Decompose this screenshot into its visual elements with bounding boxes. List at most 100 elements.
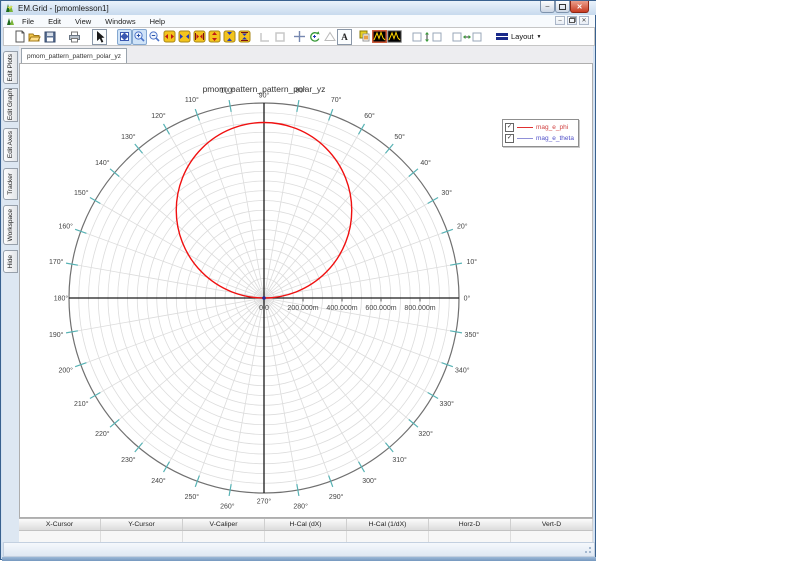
svg-text:280°: 280° [293, 502, 308, 510]
print-icon[interactable] [67, 29, 82, 45]
fit-vertical-icon[interactable] [237, 29, 252, 45]
corner-marker-left-icon[interactable] [257, 29, 272, 45]
svg-text:0.0: 0.0 [259, 305, 269, 312]
save-icon[interactable] [42, 29, 57, 45]
column-header-h-cal-1-dx-: H-Cal (1/dX) [347, 519, 429, 530]
menu-item-view[interactable]: View [68, 17, 98, 26]
svg-text:340°: 340° [455, 367, 470, 375]
zoom-out-icon[interactable] [147, 29, 162, 45]
value-cell [347, 531, 429, 542]
svg-text:320°: 320° [418, 430, 433, 438]
minimize-button[interactable]: – [540, 1, 555, 13]
column-header-vert-d: Vert-D [511, 519, 593, 530]
value-cell [429, 531, 511, 542]
legend-checkbox[interactable]: ✓ [505, 123, 514, 132]
sidebar-tab-edit-axes[interactable]: Edit Axes [3, 128, 18, 162]
menu-item-windows[interactable]: Windows [98, 17, 142, 26]
plot-panel: 0°10°20°30°40°50°60°70°80°90°100°110°120… [19, 63, 593, 518]
new-document-icon[interactable] [12, 29, 27, 45]
svg-text:210°: 210° [74, 400, 89, 408]
open-file-icon[interactable] [27, 29, 42, 45]
sync-horizontal-icon[interactable] [452, 29, 482, 45]
expand-vertical-icon[interactable] [207, 29, 222, 45]
fit-horizontal-icon[interactable] [192, 29, 207, 45]
crosshair-icon[interactable] [292, 29, 307, 45]
shrink-vertical-icon[interactable] [222, 29, 237, 45]
svg-text:110°: 110° [185, 96, 199, 104]
legend-label: mag_e_theta [536, 135, 574, 142]
zoom-extents-icon[interactable] [117, 29, 132, 45]
resize-grip-icon[interactable] [583, 545, 592, 554]
plot-thumbnail-active-icon[interactable] [372, 29, 387, 45]
status-bar [3, 542, 595, 557]
maximize-button[interactable] [555, 1, 570, 13]
svg-text:10°: 10° [466, 258, 477, 266]
svg-text:180°: 180° [54, 295, 69, 303]
column-header-v-caliper: V-Caliper [183, 519, 265, 530]
sidebar-tab-hide[interactable]: Hide [3, 250, 18, 273]
toolbar: A Layout ▼ [3, 27, 595, 46]
tab-pmom-pattern-pattern-polar-yz[interactable]: pmom_pattern_pattern_polar_yz [21, 48, 127, 63]
mdi-minimize-button[interactable]: – [555, 16, 565, 25]
sidebar-tab-label: Edit Plots [7, 54, 14, 81]
svg-text:30°: 30° [441, 189, 452, 197]
rotate-axes-icon[interactable] [307, 29, 322, 45]
mdi-restore-button[interactable] [567, 16, 577, 25]
svg-text:800.000m: 800.000m [404, 305, 435, 312]
sidebar-tab-workspace[interactable]: Workspace [3, 205, 18, 245]
legend: ✓ mag_e_phi ✓ mag_e_theta [502, 119, 579, 147]
svg-text:130°: 130° [121, 133, 136, 141]
svg-text:260°: 260° [220, 502, 235, 510]
svg-text:230°: 230° [121, 456, 136, 464]
menu-items: FileEditViewWindowsHelp [15, 17, 172, 26]
svg-text:400.000m: 400.000m [326, 305, 357, 312]
sync-vertical-icon[interactable] [412, 29, 442, 45]
layout-label: Layout [511, 32, 534, 41]
expand-horizontal-icon[interactable] [162, 29, 177, 45]
triangle-marker-icon[interactable] [322, 29, 337, 45]
svg-text:350°: 350° [465, 331, 480, 339]
restore-icon [569, 18, 575, 23]
value-cell [19, 531, 101, 542]
text-annotation-icon[interactable]: A [337, 29, 352, 45]
pointer-select-icon[interactable] [92, 29, 107, 45]
svg-text:300°: 300° [362, 477, 377, 485]
page: EM.Grid - [pmomlesson1] – ✕ FileEditView… [0, 0, 800, 561]
value-cell [511, 531, 593, 542]
svg-text:190°: 190° [49, 331, 64, 339]
sidebar-tab-tracker[interactable]: Tracker [3, 168, 18, 200]
layout-button[interactable]: Layout ▼ [496, 32, 541, 41]
app-logo-icon [5, 3, 15, 13]
legend-line-sample [517, 138, 533, 139]
mdi-close-button[interactable]: ✕ [579, 16, 589, 25]
menu-item-help[interactable]: Help [143, 17, 172, 26]
title-bar[interactable]: EM.Grid - [pmomlesson1] – ✕ [2, 1, 596, 15]
svg-text:200.000m: 200.000m [287, 305, 318, 312]
close-button[interactable]: ✕ [570, 1, 589, 13]
plot-title: pmom_pattern_pattern_polar_yz [20, 84, 508, 94]
svg-text:220°: 220° [95, 430, 110, 438]
svg-text:170°: 170° [49, 258, 64, 266]
column-header-horz-d: Horz-D [429, 519, 511, 530]
menu-item-file[interactable]: File [15, 17, 41, 26]
menu-item-edit[interactable]: Edit [41, 17, 68, 26]
sidebar-tab-edit-graph[interactable]: Edit Graph [3, 88, 18, 122]
legend-label: mag_e_phi [536, 124, 568, 131]
sidebar-tab-edit-plots[interactable]: Edit Plots [3, 51, 18, 84]
shrink-horizontal-icon[interactable] [177, 29, 192, 45]
svg-text:60°: 60° [364, 112, 375, 120]
column-header-h-cal-dx-: H-Cal (dX) [265, 519, 347, 530]
corner-marker-right-icon[interactable] [272, 29, 287, 45]
svg-text:250°: 250° [185, 493, 200, 501]
color-pick-icon[interactable] [357, 29, 372, 45]
column-header-y-cursor: Y-Cursor [101, 519, 183, 530]
cursor-table-header: X-CursorY-CursorV-CaliperH-Cal (dX)H-Cal… [19, 519, 593, 531]
cursor-table: X-CursorY-CursorV-CaliperH-Cal (dX)H-Cal… [19, 518, 593, 543]
plot-thumbnail-icon[interactable] [387, 29, 402, 45]
legend-checkbox[interactable]: ✓ [505, 134, 514, 143]
svg-text:140°: 140° [95, 159, 110, 167]
sidebar-tab-label: Hide [7, 255, 14, 268]
sidebar-tab-label: Edit Axes [7, 131, 14, 158]
layout-menu-icon [496, 33, 508, 40]
zoom-in-icon[interactable] [132, 29, 147, 45]
